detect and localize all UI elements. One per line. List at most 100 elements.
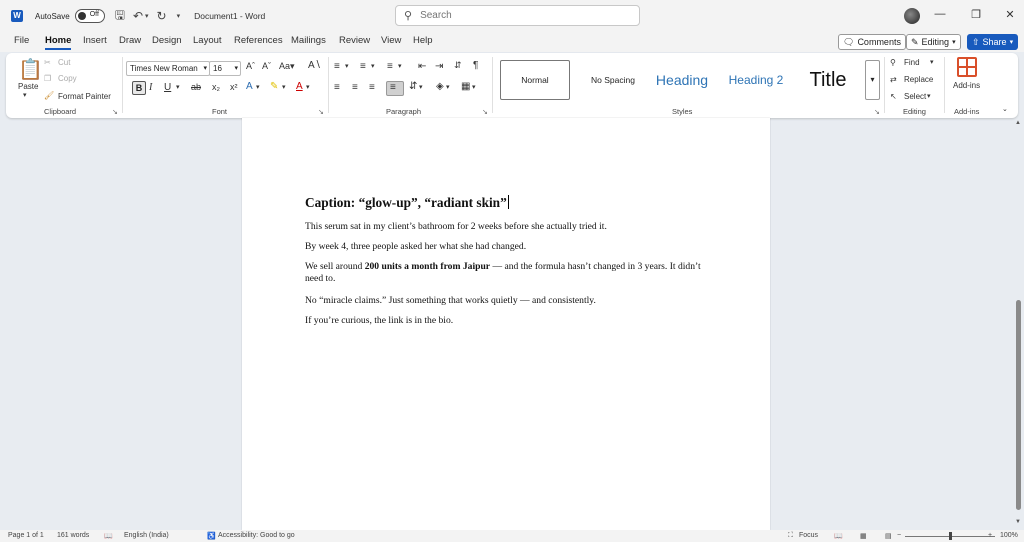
scroll-up-icon[interactable]: ▲ — [1015, 120, 1021, 126]
find-button[interactable]: Find — [904, 58, 920, 67]
document-page[interactable]: Caption: “glow-up”, “radiant skin” This … — [242, 118, 770, 530]
scroll-thumb[interactable] — [1016, 300, 1021, 510]
tab-help[interactable]: Help — [413, 35, 433, 46]
chevron-down-icon[interactable]: ▾ — [256, 83, 260, 91]
addins-button[interactable]: Add-ins — [953, 81, 980, 90]
decrease-indent-icon[interactable]: ⇤ — [418, 61, 426, 72]
styles-launcher-icon[interactable]: ↘ — [874, 108, 880, 116]
style-title[interactable]: Title — [798, 60, 858, 100]
comments-button[interactable]: 🗨 Comments — [838, 34, 906, 50]
paste-dropdown-icon[interactable]: ▾ — [23, 91, 27, 99]
focus-icon[interactable]: ⛶ — [788, 532, 793, 540]
cut-button[interactable]: Cut — [58, 58, 70, 67]
line-spacing-icon[interactable]: ⇵ — [409, 81, 417, 92]
increase-indent-icon[interactable]: ⇥ — [435, 61, 443, 72]
borders-icon[interactable]: ▦ — [461, 81, 470, 92]
restore-icon[interactable]: ❐ — [968, 8, 984, 21]
paragraph-4[interactable]: No “miracle claims.” Just something that… — [305, 295, 715, 307]
subscript-icon[interactable]: x₂ — [212, 82, 220, 92]
vertical-scrollbar[interactable]: ▲ ▼ — [1013, 118, 1024, 530]
font-name-box[interactable]: Times New Roman ▾ — [126, 61, 210, 76]
numbering-icon[interactable]: ≡ — [360, 61, 366, 72]
italic-icon[interactable]: I — [149, 82, 152, 93]
print-layout-icon[interactable]: ▦ — [860, 532, 867, 540]
paragraph-launcher-icon[interactable]: ↘ — [482, 108, 488, 116]
bold-button[interactable]: B — [132, 81, 146, 95]
sort-icon[interactable]: ⇵ — [454, 60, 462, 71]
customize-quick-access-icon[interactable]: ▾ — [177, 12, 181, 20]
tab-file[interactable]: File — [14, 35, 29, 46]
paste-button[interactable]: Paste — [18, 82, 38, 91]
tab-references[interactable]: References — [234, 35, 283, 46]
multilevel-list-icon[interactable]: ≡ — [387, 61, 393, 72]
chevron-down-icon[interactable]: ▾ — [419, 83, 423, 91]
select-icon[interactable]: ↖ — [890, 92, 897, 101]
style-normal[interactable]: Normal — [500, 60, 570, 100]
page-count[interactable]: Page 1 of 1 — [8, 532, 44, 539]
find-icon[interactable]: ⚲ — [890, 58, 896, 67]
copy-button[interactable]: Copy — [58, 74, 77, 83]
read-mode-icon[interactable]: 📖 — [834, 532, 843, 540]
zoom-in-icon[interactable]: + — [988, 532, 992, 539]
text-effects-icon[interactable]: A — [246, 81, 253, 92]
paste-icon[interactable]: 📋 — [18, 57, 43, 82]
avatar[interactable] — [904, 8, 920, 24]
chevron-down-icon[interactable]: ▾ — [927, 92, 931, 100]
show-formatting-marks-icon[interactable]: ¶ — [473, 60, 478, 71]
align-right-icon[interactable]: ≡ — [369, 82, 375, 93]
replace-button[interactable]: Replace — [904, 75, 933, 84]
cut-icon[interactable]: ✂ — [44, 58, 51, 67]
align-left-icon[interactable]: ≡ — [334, 82, 340, 93]
font-color-icon[interactable]: A — [296, 81, 303, 92]
chevron-down-icon[interactable]: ▾ — [306, 83, 310, 91]
web-layout-icon[interactable]: ▤ — [885, 532, 892, 540]
undo-icon[interactable]: ↶ — [133, 9, 143, 23]
accessibility-icon[interactable]: ♿ — [207, 532, 216, 540]
close-icon[interactable]: ✕ — [1002, 8, 1018, 21]
replace-icon[interactable]: ⇄ — [890, 75, 897, 84]
zoom-out-icon[interactable]: − — [897, 532, 901, 539]
zoom-slider-thumb[interactable] — [949, 532, 952, 540]
font-launcher-icon[interactable]: ↘ — [318, 108, 324, 116]
copy-icon[interactable]: ❐ — [44, 74, 51, 83]
strikethrough-icon[interactable]: ab — [191, 82, 201, 92]
tab-insert[interactable]: Insert — [83, 35, 107, 46]
scroll-down-icon[interactable]: ▼ — [1015, 519, 1021, 525]
collapse-ribbon-icon[interactable]: ⌄ — [1002, 105, 1008, 113]
paragraph-3[interactable]: We sell around 200 units a month from Ja… — [305, 261, 715, 285]
change-case-icon[interactable]: Aa▾ — [279, 61, 295, 72]
tab-review[interactable]: Review — [339, 35, 370, 46]
tab-draw[interactable]: Draw — [119, 35, 141, 46]
chevron-down-icon[interactable]: ▾ — [472, 83, 476, 91]
grow-font-icon[interactable]: Aˆ — [246, 61, 255, 71]
highlight-icon[interactable]: ✎ — [270, 81, 278, 92]
tab-view[interactable]: View — [381, 35, 401, 46]
zoom-level[interactable]: 100% — [1000, 532, 1018, 539]
focus-button[interactable]: Focus — [799, 532, 818, 539]
chevron-down-icon[interactable]: ▾ — [345, 62, 349, 70]
tab-layout[interactable]: Layout — [193, 35, 222, 46]
paragraph-2[interactable]: By week 4, three people asked her what s… — [305, 241, 715, 253]
paragraph-1[interactable]: This serum sat in my client’s bathroom f… — [305, 221, 715, 233]
word-count[interactable]: 161 words — [57, 532, 89, 539]
chevron-down-icon[interactable]: ▾ — [446, 83, 450, 91]
tab-mailings[interactable]: Mailings — [291, 35, 326, 46]
style-heading[interactable]: Heading — [648, 60, 716, 100]
shrink-font-icon[interactable]: Aˇ — [262, 61, 271, 71]
search-input[interactable] — [420, 10, 621, 21]
search-box[interactable]: ⚲ — [395, 5, 640, 26]
shading-icon[interactable]: ◈ — [436, 81, 444, 92]
chevron-down-icon[interactable]: ▾ — [176, 83, 180, 91]
chevron-down-icon[interactable]: ▾ — [398, 62, 402, 70]
language[interactable]: English (India) — [124, 532, 169, 539]
editing-mode-button[interactable]: ✎ Editing ▾ — [906, 34, 961, 50]
format-painter-button[interactable]: Format Painter — [58, 92, 111, 101]
superscript-icon[interactable]: x² — [230, 82, 238, 92]
undo-dropdown-icon[interactable]: ▾ — [145, 12, 149, 20]
font-size-box[interactable]: 16 ▾ — [209, 61, 241, 76]
save-icon[interactable]: 🖫 — [115, 6, 125, 27]
addins-icon[interactable] — [957, 57, 977, 77]
proofing-icon[interactable]: 📖 — [104, 532, 113, 540]
tab-design[interactable]: Design — [152, 35, 182, 46]
tab-home[interactable]: Home — [45, 35, 72, 50]
